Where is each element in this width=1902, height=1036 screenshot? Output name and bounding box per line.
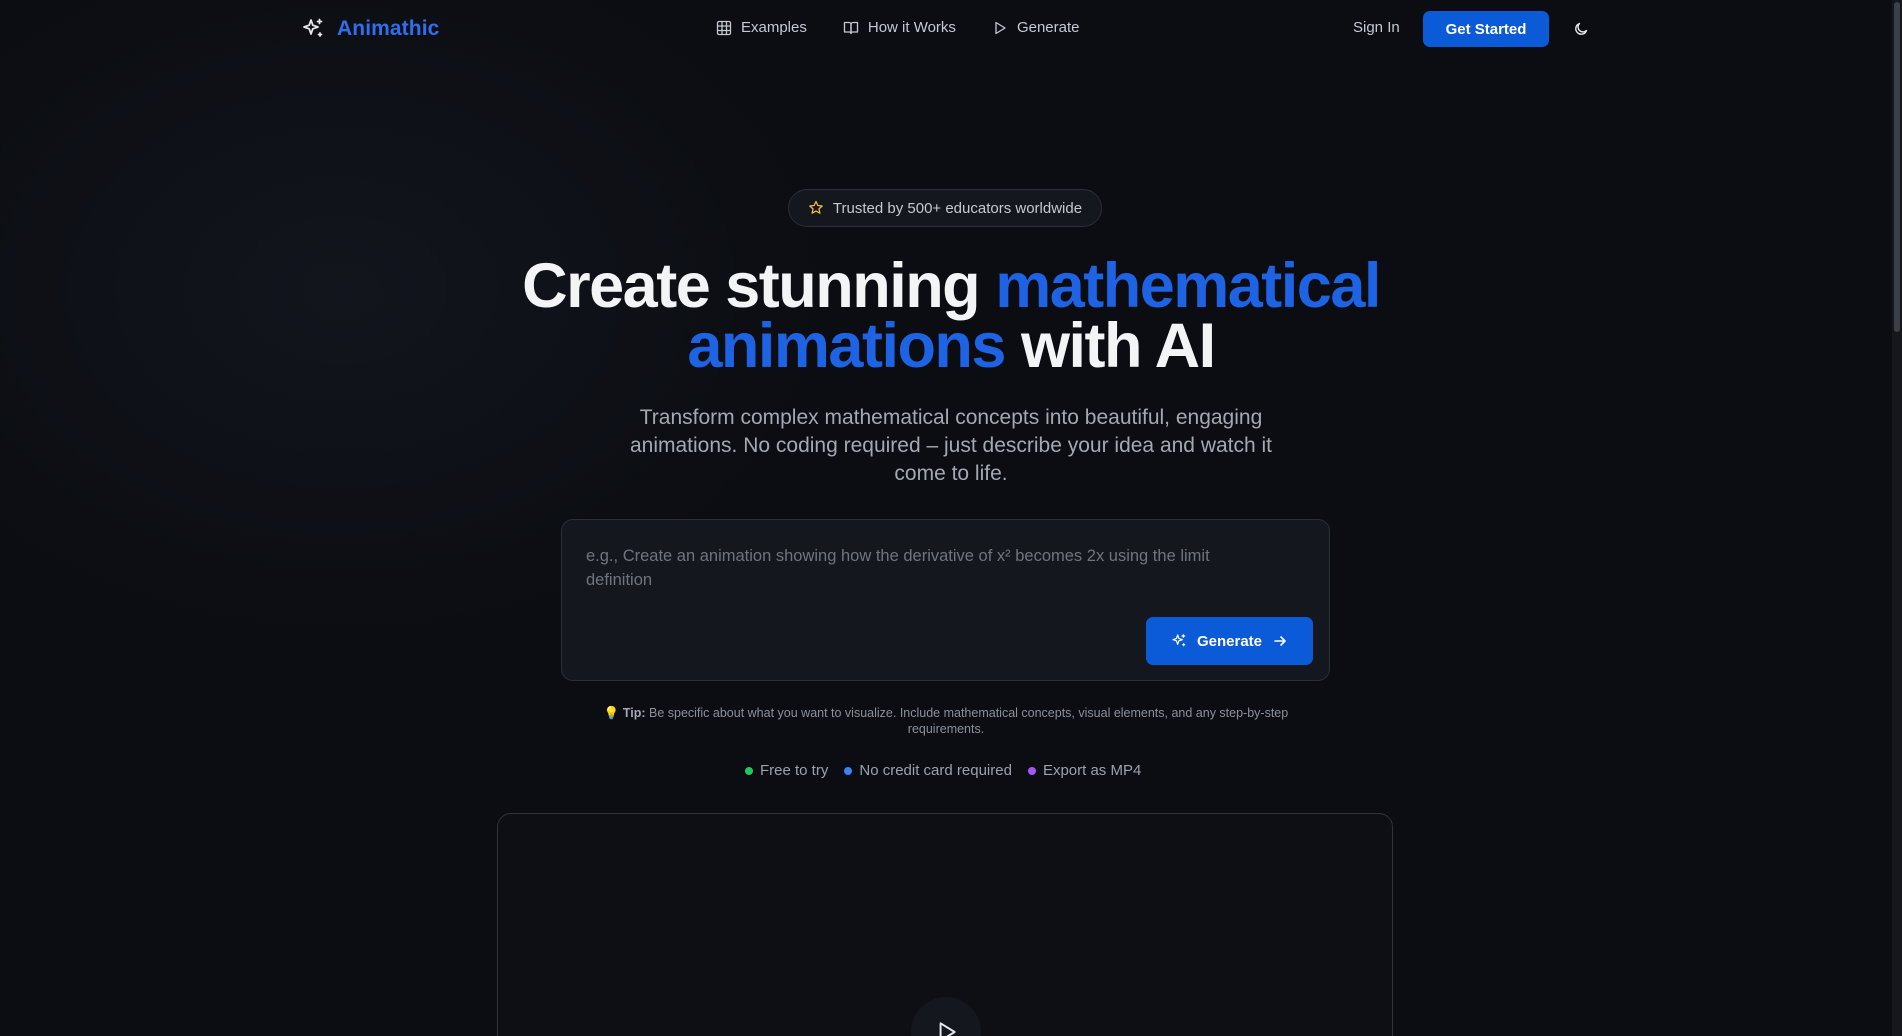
green-dot-icon — [745, 766, 753, 775]
prompt-input[interactable] — [586, 544, 1226, 604]
table-icon — [716, 20, 732, 35]
play-button[interactable] — [911, 997, 981, 1036]
feature-label: No credit card required — [859, 762, 1012, 779]
nav-link-generate[interactable]: Generate — [992, 19, 1080, 36]
brand-logo[interactable]: Animathic — [301, 16, 439, 42]
purple-dot-icon — [1027, 766, 1036, 775]
headline-accent-animations: animations — [687, 311, 1006, 381]
book-icon — [843, 21, 859, 34]
feature-label: Free to try — [760, 762, 829, 779]
star-icon — [809, 200, 823, 214]
tip-text: 💡 Tip: Be specific about what you want t… — [586, 705, 1306, 737]
feature-item: Free to try — [745, 762, 828, 779]
theme-toggle-button[interactable] — [1570, 18, 1592, 40]
play-icon — [995, 21, 1006, 34]
sparkles-icon — [303, 18, 323, 37]
sparkles-icon — [1172, 634, 1186, 647]
nav-link-how-it-works[interactable]: How it Works — [843, 19, 956, 36]
brand-name: Animathic — [337, 17, 440, 40]
nav-link-examples[interactable]: Examples — [716, 19, 807, 36]
tip-body: Be specific about what you want to visua… — [645, 706, 1289, 736]
arrow-right-icon — [1274, 636, 1286, 646]
generate-button[interactable]: Generate — [1146, 617, 1313, 665]
generate-button-label: Generate — [1196, 632, 1263, 650]
top-nav: Animathic Examples How it Works Generate… — [0, 0, 1892, 58]
feature-item: Export as MP4 — [1027, 762, 1142, 779]
trust-badge-text: Trusted by 500+ educators worldwide — [832, 199, 1083, 217]
trust-badge: Trusted by 500+ educators worldwide — [788, 189, 1102, 227]
nav-link-label: Generate — [1016, 19, 1080, 36]
video-preview[interactable] — [497, 813, 1393, 1036]
hero-headline: Create stunning mathematical animations w… — [451, 255, 1451, 378]
scrollbar[interactable] — [1892, 0, 1902, 1036]
nav-link-label: How it Works — [867, 19, 956, 36]
feature-item: No credit card required — [844, 762, 1012, 779]
lightbulb-icon: 💡 — [603, 706, 620, 720]
prompt-card: Generate — [561, 519, 1330, 681]
play-icon — [939, 1022, 956, 1036]
headline-part2: with AI — [1004, 311, 1216, 381]
hero-subheading: Transform complex mathematical concepts … — [629, 406, 1273, 485]
nav-link-label: Examples — [741, 19, 807, 36]
scrollbar-thumb[interactable] — [1894, 2, 1900, 332]
tip-label: Tip: — [622, 706, 646, 720]
feature-label: Export as MP4 — [1042, 762, 1142, 779]
sign-in-link[interactable]: Sign In — [1353, 19, 1400, 36]
moon-icon — [1575, 22, 1588, 35]
feature-list: Free to try No credit card required Expo… — [745, 762, 1141, 779]
get-started-button[interactable]: Get Started — [1423, 11, 1549, 47]
main-nav: Examples How it Works Generate — [716, 19, 1079, 36]
blue-dot-icon — [844, 766, 853, 775]
